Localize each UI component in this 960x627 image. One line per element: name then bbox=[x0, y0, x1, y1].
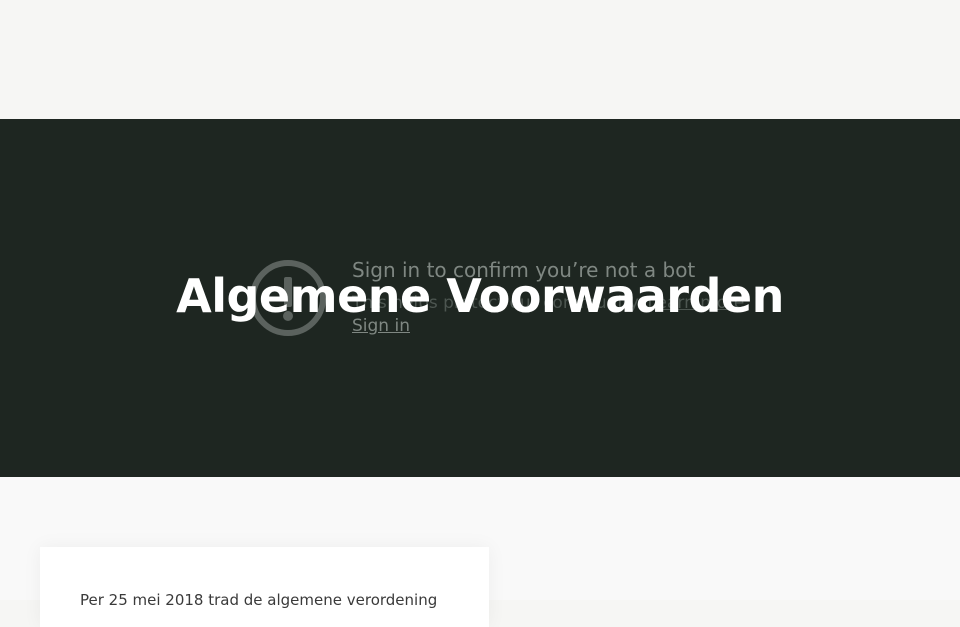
intro-paragraph: Per 25 mei 2018 trad de algemene verorde… bbox=[80, 591, 438, 609]
page-title: Algemene Voorwaarden bbox=[176, 269, 784, 323]
top-header-bar bbox=[0, 0, 960, 119]
content-area: Per 25 mei 2018 trad de algemene verorde… bbox=[0, 477, 960, 627]
content-card: Per 25 mei 2018 trad de algemene verorde… bbox=[40, 547, 489, 627]
hero-banner: Sign in to confirm you’re not a bot This… bbox=[0, 119, 960, 477]
